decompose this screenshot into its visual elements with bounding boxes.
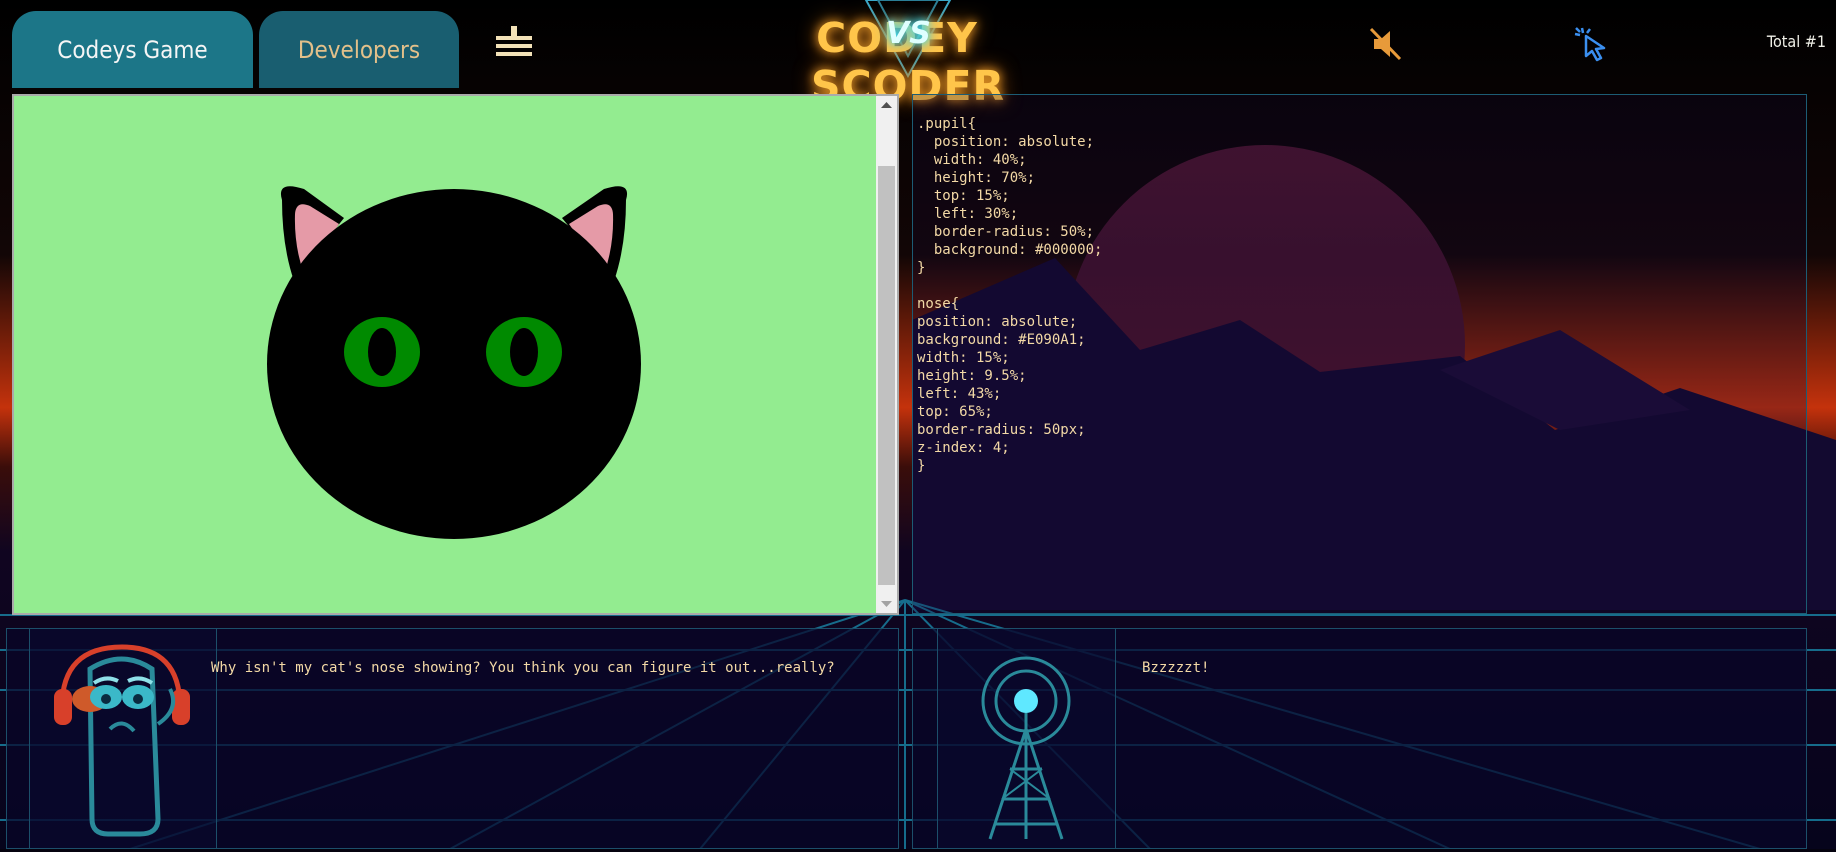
tab-label: Codeys Game — [57, 35, 208, 64]
tower-message: Bzzzzzt! — [1142, 660, 1210, 676]
cat-right-pupil — [510, 328, 538, 376]
menu-plus-icon[interactable] — [494, 24, 534, 58]
cat-left-pupil — [368, 328, 396, 376]
cat-face — [267, 186, 641, 539]
css-code-editor[interactable]: .pupil{ position: absolute; width: 40%; … — [917, 115, 1787, 475]
tab-codeys-game[interactable]: Codeys Game — [12, 11, 253, 88]
logo-vs-text: VS — [886, 16, 931, 51]
codey-vs-coder-logo: CODEYSCODER VS — [760, 0, 1056, 110]
scrollbar-thumb[interactable] — [878, 166, 895, 585]
tower-avatar-frame — [937, 629, 1116, 848]
codey-headphones-icon — [54, 644, 190, 837]
cat-preview-canvas — [14, 96, 876, 613]
codey-dialogue-box: Why isn't my cat's nose showing? You thi… — [6, 628, 899, 849]
code-editor-panel[interactable]: .pupil{ position: absolute; width: 40%; … — [912, 94, 1807, 614]
codey-avatar-frame — [29, 629, 217, 848]
preview-scrollbar[interactable] — [876, 96, 897, 613]
cat-head — [267, 189, 641, 539]
tab-label: Developers — [297, 35, 421, 64]
tower-dialogue-box: Bzzzzzt! — [912, 628, 1807, 849]
speaker-muted-icon[interactable] — [1368, 26, 1404, 62]
total-counter: Total #1 — [1766, 32, 1826, 51]
scroll-down-arrow-icon[interactable] — [876, 595, 897, 613]
preview-panel — [12, 94, 899, 615]
cursor-click-icon[interactable] — [1574, 26, 1610, 62]
scroll-up-arrow-icon[interactable] — [876, 96, 897, 114]
tab-developers[interactable]: Developers — [259, 11, 459, 88]
codey-message: Why isn't my cat's nose showing? You thi… — [211, 660, 835, 676]
radio-tower-icon — [981, 656, 1071, 840]
